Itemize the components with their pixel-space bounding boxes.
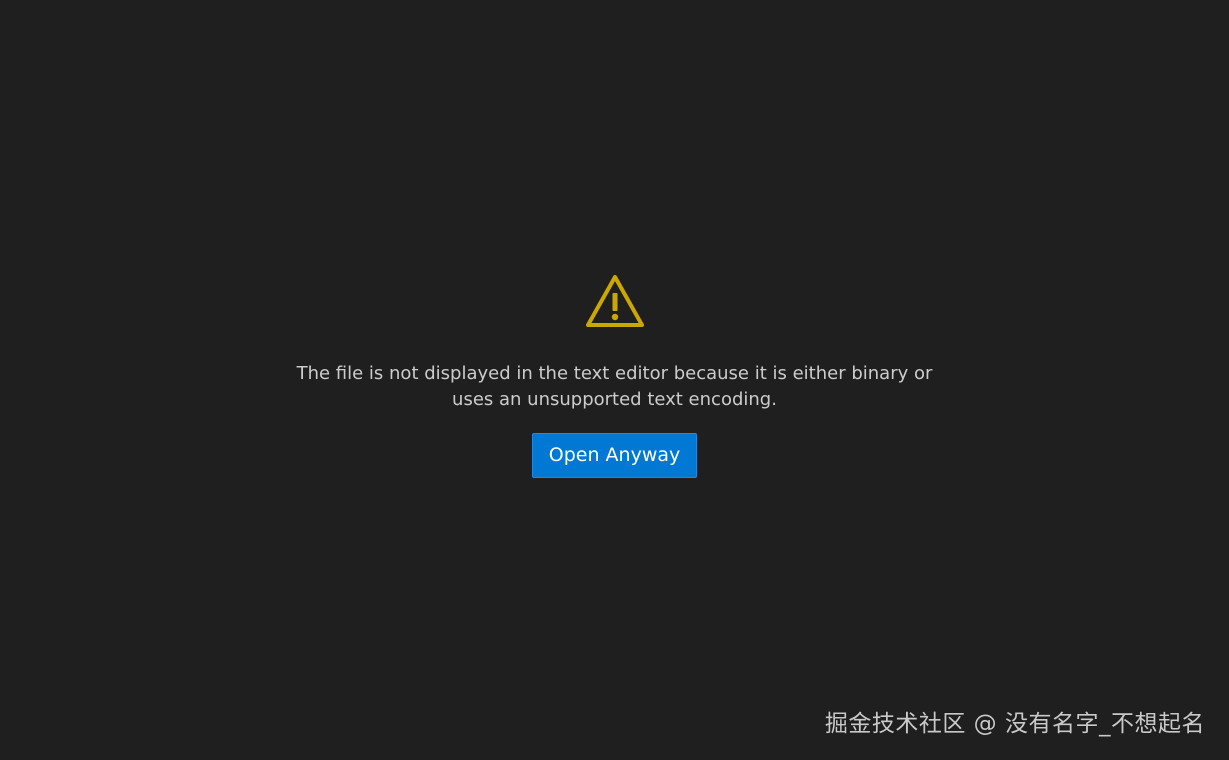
warning-icon bbox=[585, 275, 644, 327]
open-anyway-button[interactable]: Open Anyway bbox=[531, 433, 698, 478]
binary-file-placeholder: The file is not displayed in the text ed… bbox=[0, 0, 1229, 760]
binary-file-message: The file is not displayed in the text ed… bbox=[296, 363, 933, 410]
watermark: 掘金技术社区 @ 没有名字_不想起名 bbox=[824, 711, 1205, 737]
binary-warning-panel: The file is not displayed in the text ed… bbox=[0, 271, 1229, 478]
